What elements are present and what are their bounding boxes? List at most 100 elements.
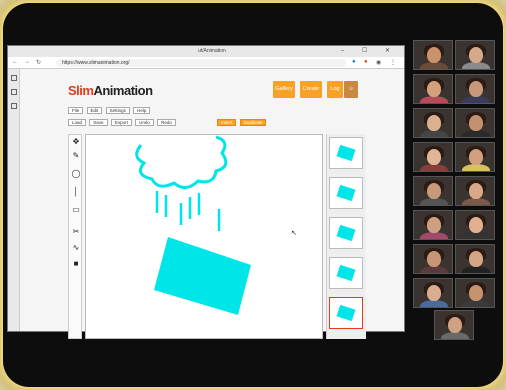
fill-tool-icon[interactable]: ■ bbox=[71, 259, 81, 269]
participant-face bbox=[469, 47, 483, 63]
participant-body bbox=[420, 130, 448, 137]
toolbar-row: Load Save Export Undo Redo Insert Duplic… bbox=[68, 119, 368, 126]
circle-tool-icon[interactable]: ◯ bbox=[71, 169, 81, 179]
frame-thumbnail[interactable] bbox=[329, 137, 363, 169]
url-field[interactable]: https://www.slimanimation.org/ bbox=[56, 59, 346, 67]
thumbnail-shape bbox=[336, 144, 356, 162]
thumbnail-shape bbox=[336, 264, 356, 282]
participant-face bbox=[448, 317, 462, 333]
participant-body bbox=[462, 232, 490, 239]
participant-video-tile[interactable] bbox=[455, 244, 495, 274]
participant-face bbox=[469, 149, 483, 165]
window-controls[interactable]: – ☐ ✕ bbox=[341, 47, 398, 54]
participant-face bbox=[427, 183, 441, 199]
participant-video-tile[interactable] bbox=[413, 74, 453, 104]
participant-face bbox=[427, 251, 441, 267]
load-button[interactable]: Load bbox=[68, 119, 87, 126]
back-icon[interactable]: ← bbox=[12, 59, 18, 65]
title-bar: ut/Animation – ☐ ✕ bbox=[8, 46, 404, 57]
participant-video-tile[interactable] bbox=[455, 108, 495, 138]
participant-face bbox=[427, 47, 441, 63]
participant-video-tile[interactable] bbox=[413, 108, 453, 138]
save-button[interactable]: Save bbox=[89, 119, 108, 126]
address-bar: ← → ↻ https://www.slimanimation.org/ ● ●… bbox=[8, 57, 404, 69]
profile-icon[interactable]: ◉ bbox=[376, 59, 381, 66]
extension-icon[interactable]: ● bbox=[364, 59, 368, 65]
participant-body bbox=[462, 164, 490, 171]
help-menu[interactable]: Help bbox=[133, 107, 151, 114]
participant-video-tile[interactable] bbox=[455, 176, 495, 206]
participant-video-tile[interactable] bbox=[413, 278, 453, 308]
participant-body bbox=[420, 266, 448, 273]
sidebar-icon[interactable] bbox=[11, 75, 17, 81]
shared-browser-window: ut/Animation – ☐ ✕ ← → ↻ https://www.sli… bbox=[7, 45, 405, 339]
frame-thumbnail[interactable] bbox=[329, 257, 363, 289]
file-menu[interactable]: File bbox=[68, 107, 84, 114]
participant-face bbox=[427, 149, 441, 165]
line-tool-icon[interactable]: │ bbox=[71, 187, 81, 197]
duplicate-frame-button[interactable]: Duplicate bbox=[239, 119, 267, 126]
participant-body bbox=[462, 198, 490, 205]
participant-face bbox=[427, 217, 441, 233]
participant-body bbox=[420, 300, 448, 307]
participant-body bbox=[462, 266, 490, 273]
participant-body bbox=[441, 332, 469, 339]
participant-body bbox=[462, 96, 490, 103]
participant-video-tile[interactable] bbox=[413, 40, 453, 70]
participant-face bbox=[427, 285, 441, 301]
participant-body bbox=[420, 62, 448, 69]
reload-icon[interactable]: ↻ bbox=[36, 59, 41, 66]
settings-menu[interactable]: Settings bbox=[105, 107, 130, 114]
tool-palette: ✥ ✎ ◯ │ ▭ ✂ ∿ ■ bbox=[68, 134, 82, 339]
rectangle-tool-icon[interactable]: ▭ bbox=[71, 205, 81, 215]
participant-video-tile[interactable] bbox=[455, 142, 495, 172]
web-page: SlimAnimation Gallery Create Log ☺ File … bbox=[8, 69, 404, 339]
participant-video-tile[interactable] bbox=[455, 210, 495, 240]
extension-icon[interactable]: ● bbox=[352, 59, 356, 65]
participant-body bbox=[420, 198, 448, 205]
participant-body bbox=[462, 130, 490, 137]
menu-icon[interactable]: ⋮ bbox=[390, 59, 396, 66]
scissors-tool-icon[interactable]: ✂ bbox=[71, 227, 81, 237]
edit-menu[interactable]: Edit bbox=[86, 107, 103, 114]
menu-row: File Edit Settings Help bbox=[68, 107, 152, 114]
participant-video-tile[interactable] bbox=[413, 210, 453, 240]
participant-video-tile[interactable] bbox=[455, 278, 495, 308]
participant-video-tile[interactable] bbox=[413, 176, 453, 206]
cloud-shape bbox=[135, 135, 228, 189]
drawing-svg bbox=[135, 135, 251, 315]
frame-thumbnail[interactable] bbox=[329, 217, 363, 249]
undo-button[interactable]: Undo bbox=[135, 119, 154, 126]
participant-face bbox=[469, 115, 483, 131]
sidebar-icon[interactable] bbox=[11, 89, 17, 95]
frame-thumbnail[interactable] bbox=[329, 177, 363, 209]
move-tool-icon[interactable]: ✥ bbox=[71, 137, 81, 147]
avatar[interactable]: ☺ bbox=[344, 81, 358, 98]
insert-frame-button[interactable]: Insert bbox=[217, 119, 237, 126]
thumbnail-shape bbox=[336, 304, 356, 322]
create-button[interactable]: Create bbox=[300, 81, 322, 98]
participant-video-tile[interactable] bbox=[434, 310, 474, 340]
export-button[interactable]: Export bbox=[110, 119, 132, 126]
sidebar-icon[interactable] bbox=[11, 103, 17, 109]
redo-button[interactable]: Redo bbox=[157, 119, 176, 126]
drawing-canvas[interactable] bbox=[85, 134, 323, 339]
participant-video-tile[interactable] bbox=[455, 40, 495, 70]
participant-video-tile[interactable] bbox=[413, 244, 453, 274]
curve-tool-icon[interactable]: ∿ bbox=[71, 243, 81, 253]
participant-face bbox=[469, 217, 483, 233]
frame-thumbnail[interactable] bbox=[329, 297, 363, 329]
participant-video-tile[interactable] bbox=[455, 74, 495, 104]
participant-body bbox=[420, 232, 448, 239]
tab-title[interactable]: ut/Animation bbox=[198, 48, 226, 54]
log-button[interactable]: Log bbox=[327, 81, 343, 98]
participant-body bbox=[462, 300, 490, 307]
participant-face bbox=[469, 81, 483, 97]
gallery-button[interactable]: Gallery bbox=[273, 81, 295, 98]
pencil-tool-icon[interactable]: ✎ bbox=[71, 151, 81, 161]
participant-face bbox=[469, 285, 483, 301]
filled-rectangle bbox=[154, 237, 251, 315]
forward-icon[interactable]: → bbox=[24, 59, 30, 65]
app-logo[interactable]: SlimAnimation bbox=[68, 83, 153, 98]
participant-video-tile[interactable] bbox=[413, 142, 453, 172]
